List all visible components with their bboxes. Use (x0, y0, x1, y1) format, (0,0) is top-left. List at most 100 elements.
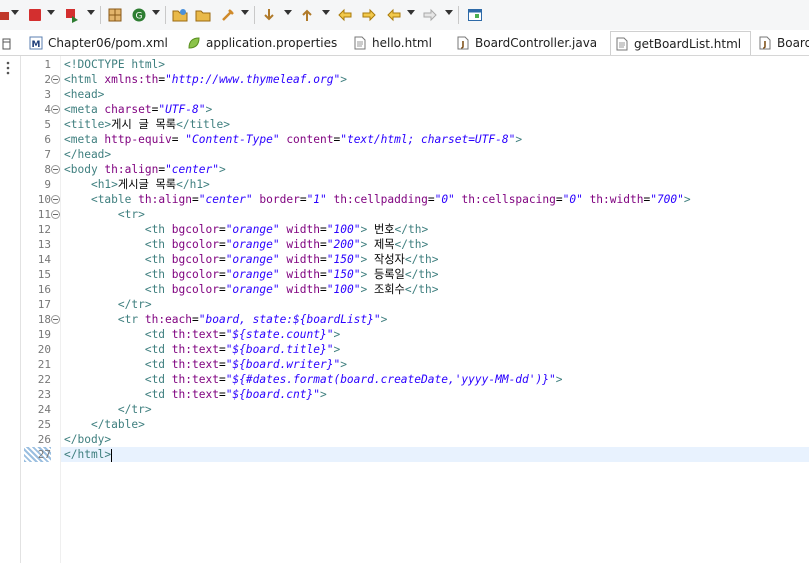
code-line[interactable]: <table th:align="center" border="1" th:c… (64, 192, 691, 207)
tab-hello-html[interactable]: hello.html (353, 31, 443, 55)
code-line[interactable]: <td th:text="${state.count}"> (64, 327, 340, 342)
open-project-icon[interactable] (194, 5, 212, 25)
attribute-token: th:text (171, 388, 219, 401)
line-number: 1 (44, 58, 51, 71)
code-line[interactable]: <body th:align="center"> (64, 162, 226, 177)
next-annotation-icon[interactable] (260, 5, 278, 25)
previous-annotation-icon[interactable] (298, 5, 316, 25)
code-line[interactable]: <html xmlns:th="http://www.thymeleaf.org… (64, 72, 347, 87)
attribute-token: th:cellpadding (333, 193, 428, 206)
toggle-breakpoint-icon[interactable] (106, 5, 124, 25)
text-token: = (218, 373, 226, 386)
fold-toggle-icon[interactable] (51, 195, 60, 204)
code-line[interactable]: <title>게시 글 목록</title> (64, 117, 230, 132)
tag-token: </html> (64, 448, 112, 461)
code-line[interactable]: </table> (64, 417, 145, 432)
tag-token: > (340, 358, 347, 371)
value-token: "700" (650, 193, 684, 206)
code-line[interactable]: </tr> (64, 402, 152, 417)
next-annotation-dropdown[interactable] (284, 10, 292, 15)
tag-token: > (515, 133, 523, 146)
code-line[interactable]: </head> (64, 147, 111, 162)
forward-icon[interactable] (360, 5, 378, 25)
code-line[interactable]: <th bgcolor="orange" width="150"> 등록일</t… (64, 267, 439, 282)
tab-board-java[interactable]: J Board. (758, 31, 809, 55)
attribute-token: bgcolor (171, 223, 219, 236)
code-line[interactable]: <th bgcolor="orange" width="150"> 작성자</t… (64, 252, 439, 267)
code-line[interactable]: </tr> (64, 297, 152, 312)
code-line[interactable]: <!DOCTYPE html> (64, 57, 165, 72)
svg-text:J: J (763, 40, 767, 49)
go-forward-icon[interactable] (421, 5, 439, 25)
close-icon[interactable]: ✕ (749, 36, 750, 52)
tag-token: <th (144, 253, 172, 266)
code-line[interactable]: <td th:text="${#dates.format(board.creat… (64, 372, 563, 387)
attribute-token: bgcolor (171, 268, 219, 281)
attribute-token: bgcolor (171, 283, 219, 296)
attribute-token: th:cellspacing (461, 193, 556, 206)
code-line[interactable]: <th bgcolor="orange" width="100"> 번호</th… (64, 222, 428, 237)
code-line[interactable]: <td th:text="${board.title}"> (64, 342, 340, 357)
code-line[interactable]: <meta charset="UTF-8"> (64, 102, 212, 117)
code-line[interactable]: <td th:text="${board.writer}"> (64, 357, 347, 372)
open-folder-icon[interactable] (171, 5, 189, 25)
tag-token: > (333, 328, 341, 341)
svg-text:G: G (136, 12, 143, 22)
value-token: "0" (434, 193, 455, 206)
code-line[interactable]: </body> (64, 432, 111, 447)
text-token: = (320, 238, 327, 251)
refresh-dropdown[interactable] (152, 10, 160, 15)
more-options-icon[interactable] (4, 60, 12, 75)
fold-toggle-icon[interactable] (51, 315, 60, 324)
go-forward-dropdown[interactable] (445, 10, 453, 15)
terminate-icon[interactable] (63, 5, 81, 25)
code-line[interactable]: <th bgcolor="orange" width="100"> 조회수</t… (64, 282, 439, 297)
fold-toggle-icon[interactable] (51, 165, 60, 174)
debug-dropdown[interactable] (11, 10, 19, 15)
stop-icon[interactable] (27, 5, 43, 25)
debug-icon[interactable] (0, 5, 10, 25)
line-number: 22 (37, 373, 51, 386)
tab-application-properties[interactable]: application.properties (187, 31, 337, 55)
back-icon[interactable] (336, 5, 354, 25)
code-line[interactable]: <td th:text="${board.cnt}"> (64, 387, 327, 402)
code-editor[interactable]: <!DOCTYPE html> <html xmlns:th="http://ww… (61, 56, 809, 563)
go-back-icon[interactable] (385, 5, 403, 25)
tab-getboardlist-html[interactable]: getBoardList.html ✕ (610, 31, 751, 55)
attribute-token: th:width (589, 193, 644, 206)
code-line[interactable]: <meta http-equiv= "Content-Type" content… (64, 132, 522, 147)
run-tool-icon[interactable] (219, 5, 237, 25)
code-line[interactable]: <tr th:each="board, state:${boardList}"> (64, 312, 387, 327)
tab-label: Board. (777, 36, 809, 50)
view-menu-icon[interactable] (2, 36, 12, 50)
new-window-icon[interactable] (466, 5, 484, 25)
tab-boardcontroller-java[interactable]: J BoardController.java (456, 31, 606, 55)
tab-pom-xml[interactable]: M Chapter06/pom.xml (29, 31, 167, 55)
previous-annotation-dropdown[interactable] (322, 10, 330, 15)
terminate-dropdown[interactable] (87, 10, 95, 15)
tag-token: <th (144, 268, 172, 281)
attribute-token: bgcolor (171, 238, 219, 251)
fold-toggle-icon[interactable] (51, 105, 60, 114)
value-token: "150" (326, 253, 361, 266)
go-back-dropdown[interactable] (407, 10, 415, 15)
fold-toggle-icon[interactable] (51, 75, 60, 84)
text-token: = (218, 268, 226, 281)
code-line[interactable]: <h1>게시글 목록</h1> (64, 177, 210, 192)
refresh-icon[interactable]: G (130, 5, 148, 25)
attribute-token: width (286, 253, 321, 266)
tag-token: <!DOCTYPE html> (64, 58, 166, 71)
code-line[interactable]: </html> (64, 447, 113, 462)
value-token: "${board.title}" (225, 343, 334, 356)
fold-toggle-icon[interactable] (51, 210, 60, 219)
stop-dropdown[interactable] (47, 10, 55, 15)
code-line[interactable]: <head> (64, 87, 104, 102)
attribute-token: th:each (144, 313, 192, 326)
value-token: "${board.writer}" (225, 358, 341, 371)
code-line[interactable]: <tr> (64, 207, 145, 222)
code-line[interactable]: <th bgcolor="orange" width="200"> 제목</th… (64, 237, 428, 252)
run-tool-dropdown[interactable] (241, 10, 249, 15)
